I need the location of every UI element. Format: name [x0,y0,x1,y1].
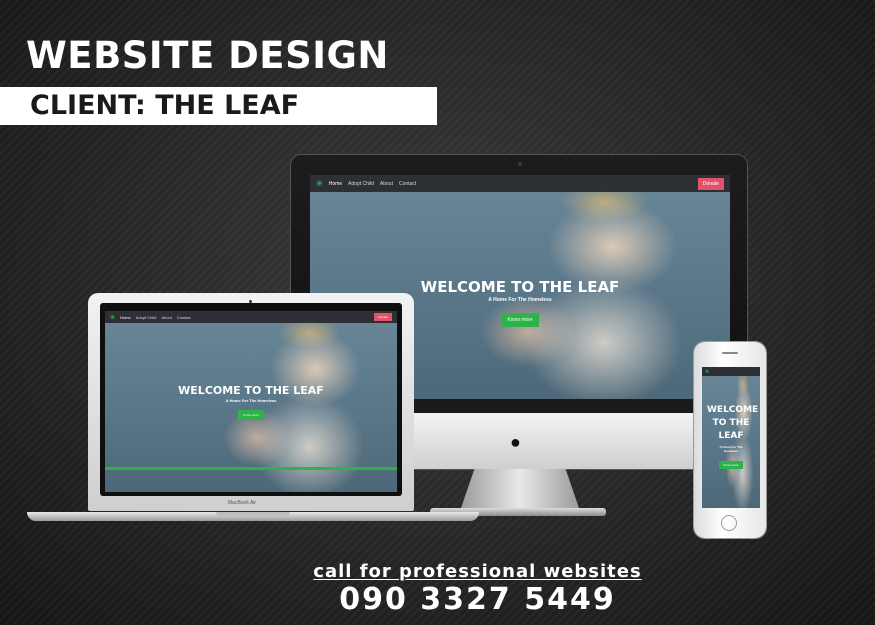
hero-title: WELCOME TO THE LEAF [707,405,759,441]
laptop-notch [216,512,290,516]
phone-home-button [721,515,737,531]
nav-link-about[interactable]: About [380,181,393,187]
know-more-button[interactable]: Know more [501,313,539,327]
hero-content: WELCOME TO THE LEAF A Home For The Homel… [702,404,760,471]
laptop-website-screen: ❀ Home Adopt Child About Contact Donate … [105,311,397,492]
hero-subtitle: A Home For The Homeless [225,398,277,403]
phone-website-screen: ❀ WELCOME TO THE LEAF A Home For The Hom… [702,367,760,508]
donate-button[interactable]: Donate [697,177,724,190]
client-label: CLIENT: THE LEAF [0,87,437,125]
leaf-icon[interactable]: ❀ [705,369,709,375]
phone-speaker [722,352,738,354]
laptop-screen-accent-line [105,467,397,470]
website-nav: ❀ Home Adopt Child About Contact Donate [105,311,397,323]
apple-logo-icon: ● [510,432,521,452]
website-nav: ❀ Home Adopt Child About Contact Donate [310,175,730,192]
cta-label: call for professional websites [313,561,642,582]
imac-camera [518,162,522,166]
imac-stand [460,469,580,511]
nav-link-adopt-child[interactable]: Adopt Child [348,181,374,187]
nav-link-contact[interactable]: Contact [399,181,416,187]
website-nav: ❀ [702,367,760,376]
hero-content: WELCOME TO THE LEAF A Home For The Homel… [105,384,397,421]
hero-title: WELCOME TO THE LEAF [178,384,324,397]
leaf-icon[interactable]: ❀ [316,179,323,188]
laptop-label: MacBook Air [228,500,257,506]
leaf-icon[interactable]: ❀ [110,314,115,321]
laptop-camera [249,300,252,303]
nav-link-adopt-child[interactable]: Adopt Child [136,315,157,320]
know-more-button[interactable]: Know more [238,410,264,420]
nav-link-contact[interactable]: Contact [177,315,191,320]
hero-subtitle: A Home For The Homeless [719,445,743,453]
nav-link-home[interactable]: Home [120,315,131,320]
headline: WEBSITE DESIGN [26,34,389,77]
donate-button[interactable]: Donate [374,313,392,321]
nav-link-about[interactable]: About [161,315,171,320]
cta-phone-number: 090 3327 5449 [339,582,616,617]
know-more-button[interactable]: Know more [719,461,743,469]
nav-link-home[interactable]: Home [329,181,342,187]
